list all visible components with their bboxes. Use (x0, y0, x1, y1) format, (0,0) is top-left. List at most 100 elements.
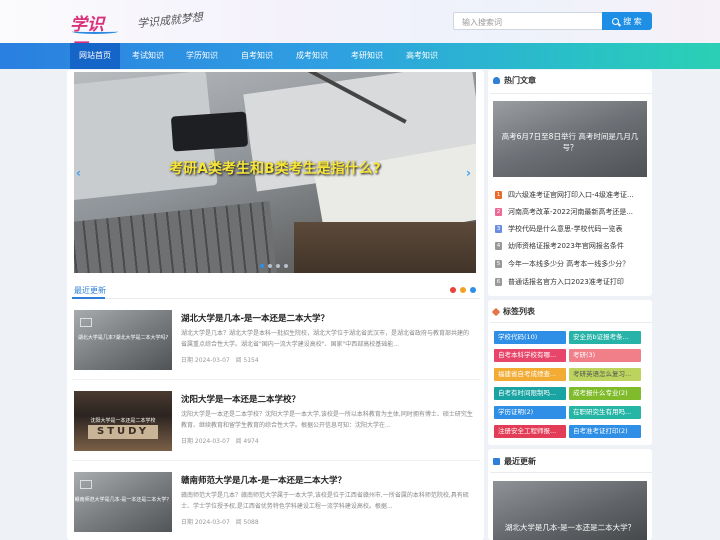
nav-item-adult-exam[interactable]: 成考知识 (288, 43, 336, 69)
article-title[interactable]: 赣南师范大学是几本-是一本还是二本大学？ (181, 474, 346, 486)
hot-list-item[interactable]: 3 学校代码是什么意思-学校代码一览表 (495, 223, 623, 235)
tag-item[interactable]: 自考本科学校有哪... (494, 349, 566, 362)
hot-list-item[interactable]: 1 四六级准考证官网打印入口-4级准考证... (495, 189, 634, 201)
banner-keyboard-shape (74, 201, 278, 273)
tag-item[interactable]: 学历证明(2) (494, 406, 566, 419)
thumbnail-caption: 赣南师范大学是几本-是一本还是二本大学？ (74, 497, 172, 503)
search-button-label: 搜 索 (623, 16, 642, 26)
article-divider (72, 379, 480, 380)
article-description: 湖北大学是几本？湖北大学是本科一批招生院校，湖北大学位于湖北省武汉市，是湖北省政… (181, 330, 470, 348)
search-input[interactable]: 输入搜索词 (453, 12, 603, 30)
tags-title: 标签列表 (503, 307, 535, 316)
recent-divider (490, 472, 652, 473)
banner-carousel[interactable]: 考研A类考生和B类考生是指什么? ‹ › (74, 72, 476, 273)
tag-item[interactable]: 自考有时间限制吗... (494, 387, 566, 400)
tag-item[interactable]: 在职研究生有用吗... (569, 406, 641, 419)
tag-item[interactable]: 安全员b证报考条... (569, 331, 641, 344)
tag-item[interactable]: 考研英语怎么复习... (569, 368, 641, 381)
recent-title: 最近更新 (504, 457, 536, 466)
latest-divider (72, 298, 480, 299)
tag-icon (491, 307, 501, 316)
hot-item-text: 学校代码是什么意思-学校代码一览表 (508, 225, 623, 233)
recent-feature-caption[interactable]: 湖北大学是几本-是一本还是二本大学？ (493, 522, 647, 533)
article-title[interactable]: 沈阳大学是一本还是二本学校？ (181, 393, 300, 405)
article-views: 阅 5088 (235, 519, 259, 526)
hot-list-item[interactable]: 4 幼师资格证报考2023年官网报名条件 (495, 240, 624, 252)
hot-item-text: 四六级准考证官网打印入口-4级准考证... (508, 191, 634, 199)
nav-item-home[interactable]: 网站首页 (70, 43, 120, 69)
rank-badge: 1 (495, 191, 502, 199)
hot-list-item[interactable]: 5 今年一本线多少分 高考本一线多少分？ (495, 258, 629, 270)
banner-dot-3[interactable] (276, 264, 280, 268)
hot-list-item[interactable]: 6 普通话报名官方入口2023准考证打印 (495, 276, 624, 288)
hot-articles-title: 热门文章 (504, 76, 536, 85)
logo-swoosh-icon (72, 29, 118, 34)
tag-item[interactable]: 福建省自考成绩查... (494, 368, 566, 381)
banner-pagination (260, 264, 288, 268)
article-item[interactable]: STUDY 沈阳大学是一本还是二本学校 沈阳大学是一本还是二本学校？ 沈阳大学是… (74, 391, 474, 453)
site-header: 学识网 学识成就梦想 输入搜索词 搜 索 (0, 0, 720, 60)
rank-badge: 2 (495, 208, 502, 216)
nav-item-postgrad[interactable]: 考研知识 (343, 43, 391, 69)
study-books-shape: STUDY (88, 425, 158, 439)
hot-feature-caption[interactable]: 高考6月7日至8日举行 高考时间是几月几号？ (499, 131, 641, 153)
hot-articles-heading: 热门文章 (493, 75, 536, 86)
thumbnail-caption: 湖北大学是几本?湖北大学是二本大学吗? (77, 335, 169, 341)
banner-prev-icon[interactable]: ‹ (76, 166, 81, 180)
article-description: 赣南师范大学是几本？赣南师范大学属于一本大学,该校是位于江西省赣州市,一所省属的… (181, 492, 469, 510)
hot-feature-image[interactable]: 高考6月7日至8日举行 高考时间是几月几号？ (493, 101, 647, 177)
hot-item-text: 幼师资格证报考2023年官网报名条件 (508, 242, 624, 250)
article-meta: 日期 2024-03-07 阅 5154 (181, 355, 259, 364)
banner-dot-2[interactable] (268, 264, 272, 268)
article-description: 沈阳大学是一本还是二本学校？沈阳大学是一本大学,该校是一所以本科教育为主体,同时… (181, 411, 473, 429)
article-thumbnail[interactable]: 湖北大学是几本?湖北大学是二本大学吗? (74, 310, 172, 370)
hot-item-text: 今年一本线多少分 高考本一线多少分？ (508, 260, 630, 268)
nav-item-exam[interactable]: 考试知识 (124, 43, 172, 69)
tags-divider (490, 322, 652, 323)
banner-title[interactable]: 考研A类考生和B类考生是指什么? (74, 158, 476, 178)
article-date: 日期 2024-03-07 (181, 519, 230, 526)
article-item[interactable]: 赣南师范大学是几本-是一本还是二本大学？ 赣南师范大学是几本-是一本还是二本大学… (74, 472, 474, 534)
hot-list-item[interactable]: 2 河南高考改革-2022河南最新高考还是... (495, 206, 633, 218)
article-divider (72, 460, 480, 461)
tag-item[interactable]: 成考报什么专业(2) (569, 387, 641, 400)
rank-badge: 4 (495, 242, 502, 250)
rank-badge: 6 (495, 278, 502, 286)
article-date: 日期 2024-03-07 (181, 357, 230, 364)
site-slogan: 学识成就梦想 (136, 10, 204, 31)
tag-item[interactable]: 注册安全工程师报... (494, 425, 566, 438)
image-icon (80, 318, 92, 327)
article-thumbnail[interactable]: STUDY 沈阳大学是一本还是二本学校 (74, 391, 172, 451)
banner-next-icon[interactable]: › (466, 166, 471, 180)
tags-heading: 标签列表 (491, 306, 535, 317)
tag-item[interactable]: 自考准考证打印(2) (569, 425, 641, 438)
search-button[interactable]: 搜 索 (602, 12, 652, 30)
nav-item-self-study[interactable]: 自考知识 (233, 43, 281, 69)
article-date: 日期 2024-03-07 (181, 438, 230, 445)
rank-badge: 5 (495, 260, 502, 268)
nav-item-degree[interactable]: 学历知识 (178, 43, 226, 69)
site-logo[interactable]: 学识网 (70, 8, 118, 60)
banner-dot-1[interactable] (260, 264, 264, 268)
banner-dot-4[interactable] (284, 264, 288, 268)
tag-item[interactable]: 考研(3) (569, 349, 641, 362)
article-item[interactable]: 湖北大学是几本?湖北大学是二本大学吗? 湖北大学是几本-是一本还是二本大学？ 湖… (74, 310, 474, 372)
tag-item[interactable]: 学校代码(10) (494, 331, 566, 344)
rank-badge: 3 (495, 225, 502, 233)
nav-item-gaokao[interactable]: 高考知识 (398, 43, 446, 69)
orange-dot-icon (460, 287, 466, 293)
article-title[interactable]: 湖北大学是几本-是一本还是二本大学？ (181, 312, 329, 324)
latest-underline (72, 297, 105, 299)
blue-dot-icon (470, 287, 476, 293)
recent-feature-image[interactable]: 湖北大学是几本-是一本还是二本大学？ (493, 481, 647, 540)
document-icon (493, 458, 500, 465)
main-nav: 网站首页 考试知识 学历知识 自考知识 成考知识 考研知识 高考知识 (0, 43, 720, 69)
thumbnail-caption: 沈阳大学是一本还是二本学校 (90, 418, 156, 424)
hot-divider (490, 93, 652, 94)
article-thumbnail[interactable]: 赣南师范大学是几本-是一本还是二本大学？ (74, 472, 172, 532)
banner-desk-shape (294, 222, 476, 273)
article-views: 阅 4974 (235, 438, 259, 445)
article-meta: 日期 2024-03-07 阅 4974 (181, 436, 259, 445)
image-icon (80, 480, 92, 489)
article-meta: 日期 2024-03-07 阅 5088 (181, 517, 259, 526)
